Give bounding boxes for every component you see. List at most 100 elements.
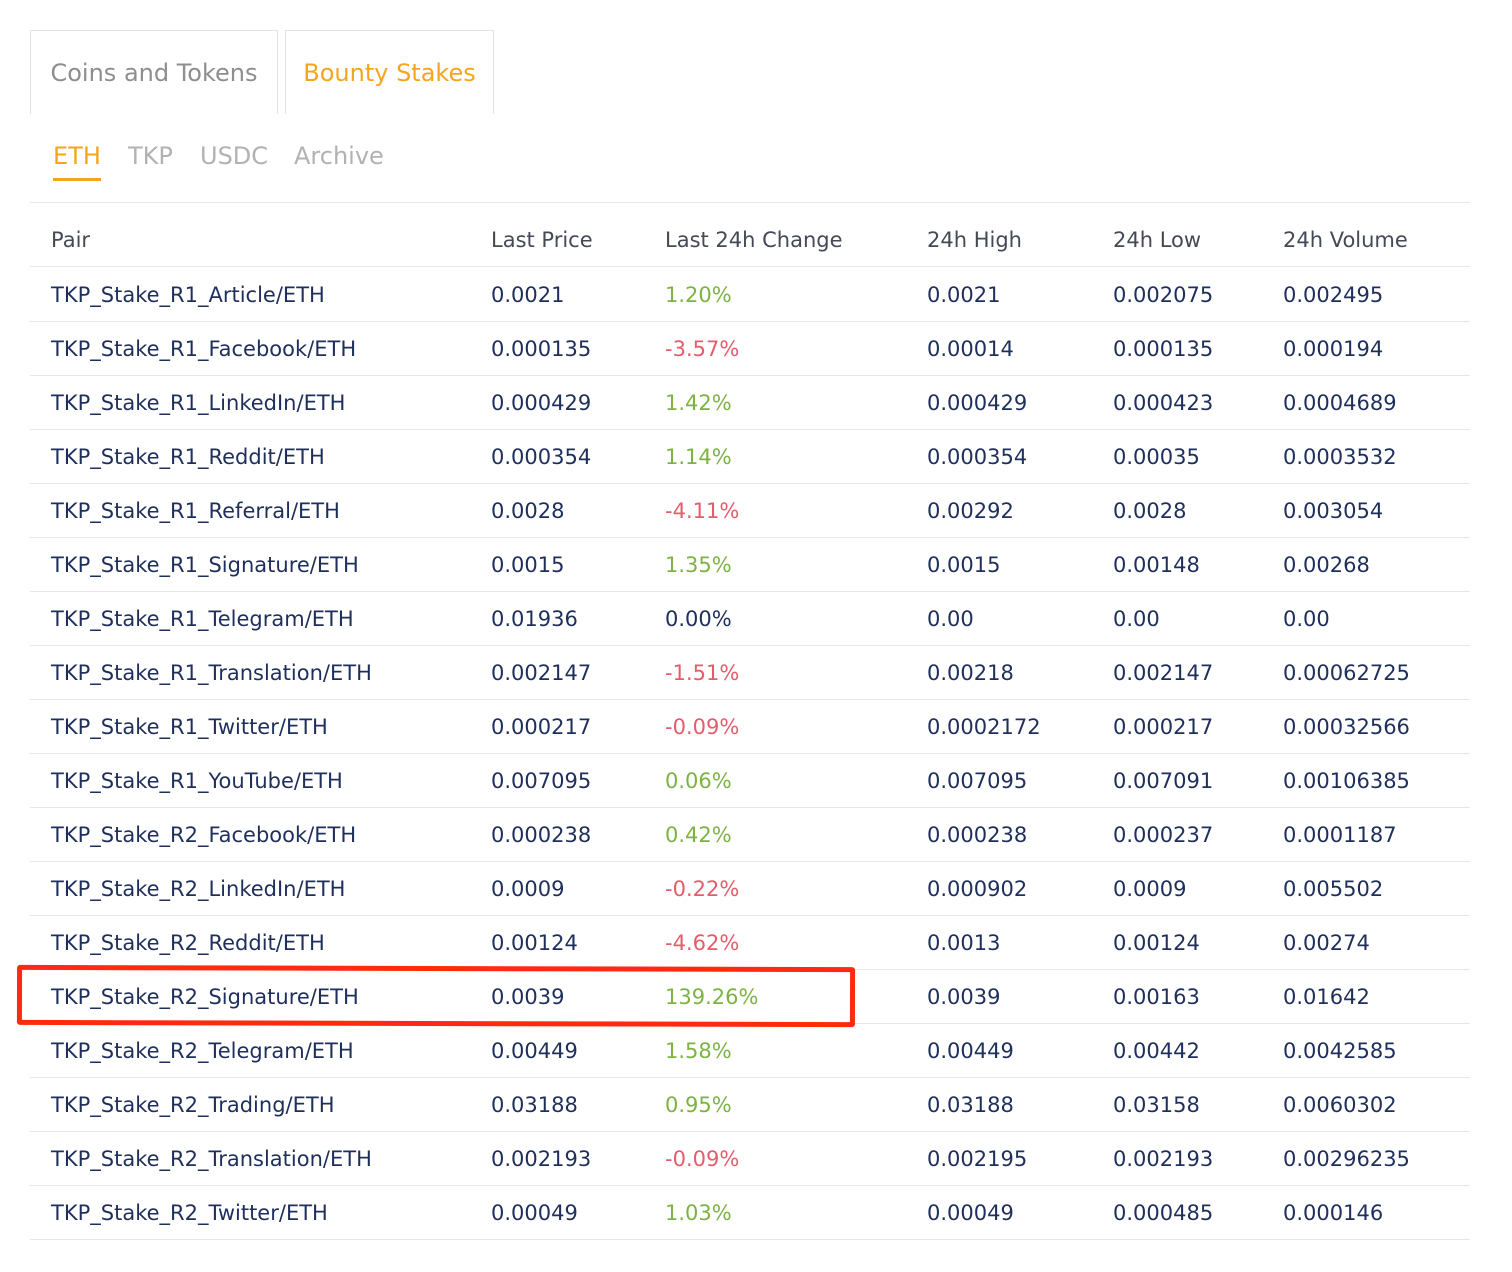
high-value: 0.00292 bbox=[927, 499, 1014, 523]
volume-value: 0.00268 bbox=[1283, 553, 1370, 577]
table-row[interactable]: TKP_Stake_R1_Referral/ETH 0.0028 -4.11% 0.0… bbox=[30, 484, 1470, 538]
low-value: 0.00163 bbox=[1113, 985, 1200, 1009]
table-row[interactable]: TKP_Stake_R1_Reddit/ETH 0.000354 1.14% 0.00… bbox=[30, 430, 1470, 484]
volume-value: 0.0003532 bbox=[1283, 445, 1397, 469]
table-row[interactable]: TKP_Stake_R2_Translation/ETH 0.002193 -0.0… bbox=[30, 1132, 1470, 1186]
pair-link[interactable]: TKP_Stake_R1_Referral/ETH bbox=[51, 484, 340, 538]
pair-link[interactable]: TKP_Stake_R1_Reddit/ETH bbox=[51, 430, 325, 484]
volume-value: 0.000194 bbox=[1283, 337, 1384, 361]
pair-link[interactable]: TKP_Stake_R2_Telegram/ETH bbox=[51, 1024, 354, 1078]
high-value: 0.000238 bbox=[927, 823, 1028, 847]
volume-value: 0.00106385 bbox=[1283, 769, 1410, 793]
volume-value: 0.00 bbox=[1283, 607, 1330, 631]
change-value: 0.00% bbox=[665, 607, 732, 631]
pair-link[interactable]: TKP_Stake_R2_Signature/ETH bbox=[51, 970, 359, 1024]
low-value: 0.002193 bbox=[1113, 1147, 1214, 1171]
table-divider bbox=[30, 202, 1470, 203]
volume-value: 0.002495 bbox=[1283, 283, 1384, 307]
table-row[interactable]: TKP_Stake_R1_Facebook/ETH 0.000135 -3.57% 0… bbox=[30, 322, 1470, 376]
pair-link[interactable]: TKP_Stake_R1_Translation/ETH bbox=[51, 646, 372, 700]
header-24h-volume[interactable]: 24h Volume bbox=[1283, 213, 1408, 267]
volume-value: 0.0001187 bbox=[1283, 823, 1397, 847]
high-value: 0.000354 bbox=[927, 445, 1028, 469]
volume-value: 0.005502 bbox=[1283, 877, 1384, 901]
pair-link[interactable]: TKP_Stake_R1_YouTube/ETH bbox=[51, 754, 343, 808]
header-24h-low[interactable]: 24h Low bbox=[1113, 213, 1201, 267]
change-value: -3.57% bbox=[665, 337, 740, 361]
pair-link[interactable]: TKP_Stake_R1_Article/ETH bbox=[51, 268, 325, 322]
table-row[interactable]: TKP_Stake_R2_Facebook/ETH 0.000238 0.42% 0.… bbox=[30, 808, 1470, 862]
change-value: 1.14% bbox=[665, 445, 732, 469]
pair-link[interactable]: TKP_Stake_R1_Twitter/ETH bbox=[51, 700, 328, 754]
table-row[interactable]: TKP_Stake_R2_Reddit/ETH 0.00124 -4.62% 0.00… bbox=[30, 916, 1470, 970]
low-value: 0.000135 bbox=[1113, 337, 1214, 361]
volume-value: 0.0004689 bbox=[1283, 391, 1397, 415]
tab-bounty-stakes[interactable]: Bounty Stakes bbox=[285, 30, 494, 114]
change-value: -0.09% bbox=[665, 715, 740, 739]
last-price: 0.00049 bbox=[491, 1201, 578, 1225]
pair-link[interactable]: TKP_Stake_R2_Trading/ETH bbox=[51, 1078, 335, 1132]
change-value: -0.22% bbox=[665, 877, 740, 901]
tab-bounty-stakes-label: Bounty Stakes bbox=[303, 58, 476, 87]
subtab-eth[interactable]: ETH bbox=[53, 140, 101, 181]
change-value: 1.20% bbox=[665, 283, 732, 307]
low-value: 0.00035 bbox=[1113, 445, 1200, 469]
last-price: 0.0015 bbox=[491, 553, 565, 577]
table-row[interactable]: TKP_Stake_R2_Telegram/ETH 0.00449 1.58% 0.0… bbox=[30, 1024, 1470, 1078]
low-value: 0.002075 bbox=[1113, 283, 1214, 307]
subtab-tkp[interactable]: TKP bbox=[128, 140, 173, 178]
pair-link[interactable]: TKP_Stake_R1_LinkedIn/ETH bbox=[51, 376, 345, 430]
header-pair[interactable]: Pair bbox=[51, 213, 90, 267]
high-value: 0.000902 bbox=[927, 877, 1028, 901]
last-price: 0.00124 bbox=[491, 931, 578, 955]
header-24h-high[interactable]: 24h High bbox=[927, 213, 1022, 267]
high-value: 0.000429 bbox=[927, 391, 1028, 415]
table-row[interactable]: TKP_Stake_R1_Translation/ETH 0.002147 -1.5… bbox=[30, 646, 1470, 700]
subtab-archive[interactable]: Archive bbox=[294, 140, 384, 178]
pair-link[interactable]: TKP_Stake_R2_Twitter/ETH bbox=[51, 1186, 328, 1240]
volume-value: 0.00062725 bbox=[1283, 661, 1410, 685]
last-price: 0.002147 bbox=[491, 661, 592, 685]
change-value: 139.26% bbox=[665, 985, 759, 1009]
high-value: 0.0039 bbox=[927, 985, 1001, 1009]
pair-link[interactable]: TKP_Stake_R2_Facebook/ETH bbox=[51, 808, 356, 862]
low-value: 0.000217 bbox=[1113, 715, 1214, 739]
high-value: 0.0002172 bbox=[927, 715, 1041, 739]
table-row[interactable]: TKP_Stake_R2_LinkedIn/ETH 0.0009 -0.22% 0.0… bbox=[30, 862, 1470, 916]
last-price: 0.00449 bbox=[491, 1039, 578, 1063]
table-row[interactable]: TKP_Stake_R1_Twitter/ETH 0.000217 -0.09% 0.… bbox=[30, 700, 1470, 754]
table-header: Pair Last Price Last 24h Change 24h High… bbox=[30, 213, 1470, 267]
pair-link[interactable]: TKP_Stake_R1_Signature/ETH bbox=[51, 538, 359, 592]
low-value: 0.03158 bbox=[1113, 1093, 1200, 1117]
high-value: 0.002195 bbox=[927, 1147, 1028, 1171]
change-value: 0.06% bbox=[665, 769, 732, 793]
table-row[interactable]: TKP_Stake_R2_Twitter/ETH 0.00049 1.03% 0.00… bbox=[30, 1186, 1470, 1240]
table-row[interactable]: TKP_Stake_R2_Signature/ETH 0.0039 139.26% 0… bbox=[30, 970, 1470, 1024]
pair-link[interactable]: TKP_Stake_R2_Translation/ETH bbox=[51, 1132, 372, 1186]
table-row[interactable]: TKP_Stake_R1_LinkedIn/ETH 0.000429 1.42% 0.… bbox=[30, 376, 1470, 430]
pair-link[interactable]: TKP_Stake_R1_Telegram/ETH bbox=[51, 592, 354, 646]
change-value: 1.42% bbox=[665, 391, 732, 415]
last-price: 0.000238 bbox=[491, 823, 592, 847]
table-row[interactable]: TKP_Stake_R2_Trading/ETH 0.03188 0.95% 0.03… bbox=[30, 1078, 1470, 1132]
pair-link[interactable]: TKP_Stake_R2_LinkedIn/ETH bbox=[51, 862, 345, 916]
last-price: 0.03188 bbox=[491, 1093, 578, 1117]
tab-coins-and-tokens[interactable]: Coins and Tokens bbox=[30, 30, 278, 114]
table-row[interactable]: TKP_Stake_R1_Article/ETH 0.0021 1.20% 0.002… bbox=[30, 268, 1470, 322]
header-last-price[interactable]: Last Price bbox=[491, 213, 593, 267]
table-row[interactable]: TKP_Stake_R1_Telegram/ETH 0.01936 0.00% 0.0… bbox=[30, 592, 1470, 646]
change-value: 1.58% bbox=[665, 1039, 732, 1063]
pair-link[interactable]: TKP_Stake_R1_Facebook/ETH bbox=[51, 322, 356, 376]
change-value: -4.62% bbox=[665, 931, 740, 955]
header-last-24h-change[interactable]: Last 24h Change bbox=[665, 213, 843, 267]
low-value: 0.000423 bbox=[1113, 391, 1214, 415]
subtab-usdc[interactable]: USDC bbox=[200, 140, 268, 178]
table-row[interactable]: TKP_Stake_R1_YouTube/ETH 0.007095 0.06% 0.0… bbox=[30, 754, 1470, 808]
low-value: 0.0028 bbox=[1113, 499, 1187, 523]
low-value: 0.0009 bbox=[1113, 877, 1187, 901]
pair-link[interactable]: TKP_Stake_R2_Reddit/ETH bbox=[51, 916, 325, 970]
change-value: 1.35% bbox=[665, 553, 732, 577]
low-value: 0.00124 bbox=[1113, 931, 1200, 955]
last-price: 0.0021 bbox=[491, 283, 565, 307]
table-row[interactable]: TKP_Stake_R1_Signature/ETH 0.0015 1.35% 0.0… bbox=[30, 538, 1470, 592]
